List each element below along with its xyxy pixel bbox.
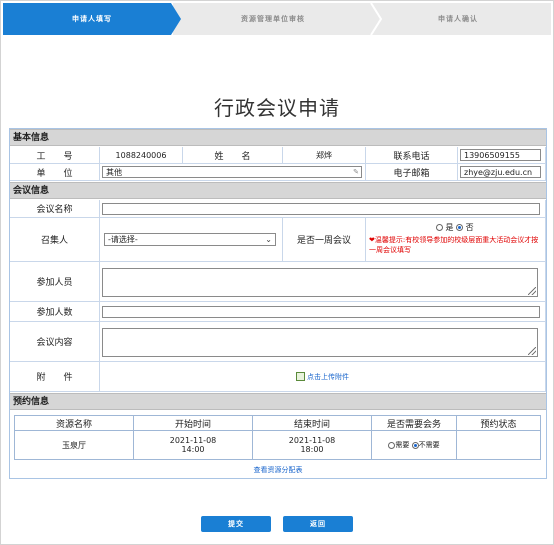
weekly-meeting-label: 是否一周会议: [283, 218, 366, 262]
weekly-meeting-cell: 是 否 ❤温馨提示:有校领导参加的校级层面重大活动会议才按一周会议填写: [366, 218, 546, 262]
unit-label: 单 位: [10, 164, 100, 181]
attendees-cell: [100, 262, 546, 302]
section-meeting-info: 会议信息: [10, 182, 546, 199]
start-date: 2021-11-08: [169, 436, 217, 445]
convener-select[interactable]: -请选择- ⌄: [104, 233, 276, 246]
wizard-steps: 资源管理单位审核 申请人确认 申请人填写: [3, 3, 551, 35]
attendees-textarea[interactable]: [102, 268, 538, 297]
resize-grip-icon[interactable]: [528, 287, 536, 295]
attachment-label: 附 件: [10, 362, 100, 392]
weekly-yes-label: 是: [445, 223, 454, 232]
submit-button[interactable]: 提交: [201, 516, 271, 532]
unit-value: 其他: [106, 168, 122, 177]
section-basic-info: 基本信息: [10, 129, 546, 146]
booking-header-status: 预约状态: [456, 415, 541, 431]
meeting-name-label: 会议名称: [10, 200, 100, 218]
service-no-need-radio[interactable]: [411, 441, 419, 449]
view-allocation-link[interactable]: 查看资源分配表: [254, 466, 303, 474]
service-need-label: 需要: [395, 441, 410, 449]
content-label: 会议内容: [10, 322, 100, 362]
email-cell: zhye@zju.edu.cn: [458, 164, 546, 181]
attendee-count-label: 参加人数: [10, 302, 100, 322]
name-label: 姓 名: [183, 147, 283, 164]
attendees-label: 参加人员: [10, 262, 100, 302]
convener-selected: -请选择-: [108, 235, 138, 244]
booking-header-resource: 资源名称: [14, 415, 134, 431]
phone-input[interactable]: 13906509155: [460, 149, 541, 161]
booking-header-end: 结束时间: [252, 415, 372, 431]
start-time: 14:00: [181, 445, 205, 454]
end-date: 2021-11-08: [288, 436, 336, 445]
attendee-count-cell: [100, 302, 546, 322]
booking-row-resource: 玉泉厅: [14, 430, 134, 460]
convener-label: 召集人: [10, 218, 100, 262]
attachment-cell: 点击上传附件: [100, 362, 546, 392]
unit-input[interactable]: 其他 ✎: [102, 166, 362, 178]
service-no-need-label: 不需要: [418, 441, 440, 449]
weekly-radio-group: 是 否: [436, 222, 474, 233]
unit-cell: 其他 ✎: [100, 164, 366, 181]
meeting-name-cell: [100, 200, 546, 218]
booking-header-start: 开始时间: [133, 415, 253, 431]
end-time: 18:00: [300, 445, 324, 454]
booking-row-status: [456, 430, 541, 460]
step-2: 资源管理单位审核: [173, 3, 373, 35]
weekly-yes-radio[interactable]: [436, 224, 443, 231]
upload-attachment-label: 点击上传附件: [307, 372, 349, 381]
resize-grip-icon[interactable]: [528, 347, 536, 355]
attachment-icon: [296, 372, 305, 381]
step-1-active: 申请人填写: [3, 3, 181, 35]
phone-label: 联系电话: [366, 147, 458, 164]
page-title: 行政会议申请: [214, 96, 340, 120]
service-need-radio[interactable]: [388, 441, 396, 449]
step-3: 申请人确认: [365, 3, 551, 35]
email-input[interactable]: zhye@zju.edu.cn: [460, 166, 541, 178]
booking-row-service: 需要 不需要: [371, 430, 457, 460]
application-form: 基本信息 工 号 1088240006 姓 名 郑烨 联系电话 13906509…: [9, 128, 547, 479]
weekly-warning-text: 温馨提示:有校领导参加的校级层面重大活动会议才按一周会议填写: [369, 236, 539, 254]
phone-cell: 13906509155: [458, 147, 546, 164]
content-cell: [100, 322, 546, 362]
meeting-name-input[interactable]: [102, 203, 540, 215]
section-booking-info: 预约信息: [10, 393, 546, 410]
email-label: 电子邮箱: [366, 164, 458, 181]
weekly-no-radio[interactable]: [456, 224, 464, 231]
content-textarea[interactable]: [102, 328, 538, 357]
booking-row-end: 2021-11-08 18:00: [252, 430, 372, 460]
back-button[interactable]: 返回: [283, 516, 353, 532]
weekly-no-label: 否: [465, 223, 474, 232]
attendee-count-input[interactable]: [102, 306, 540, 318]
upload-attachment-link[interactable]: 点击上传附件: [296, 372, 349, 382]
booking-row-start: 2021-11-08 14:00: [133, 430, 253, 460]
step-divider-icon: [370, 3, 383, 35]
view-allocation-row: 查看资源分配表: [10, 465, 546, 475]
name-value: 郑烨: [283, 147, 366, 164]
booking-header-service: 是否需要会务: [371, 415, 457, 431]
chevron-down-icon: ⌄: [265, 235, 272, 244]
convener-cell: -请选择- ⌄: [100, 218, 283, 262]
edit-icon: ✎: [353, 168, 359, 176]
weekly-warning: ❤温馨提示:有校领导参加的校级层面重大活动会议才按一周会议填写: [369, 235, 543, 255]
employee-id-value: 1088240006: [100, 147, 183, 164]
employee-id-label: 工 号: [10, 147, 100, 164]
